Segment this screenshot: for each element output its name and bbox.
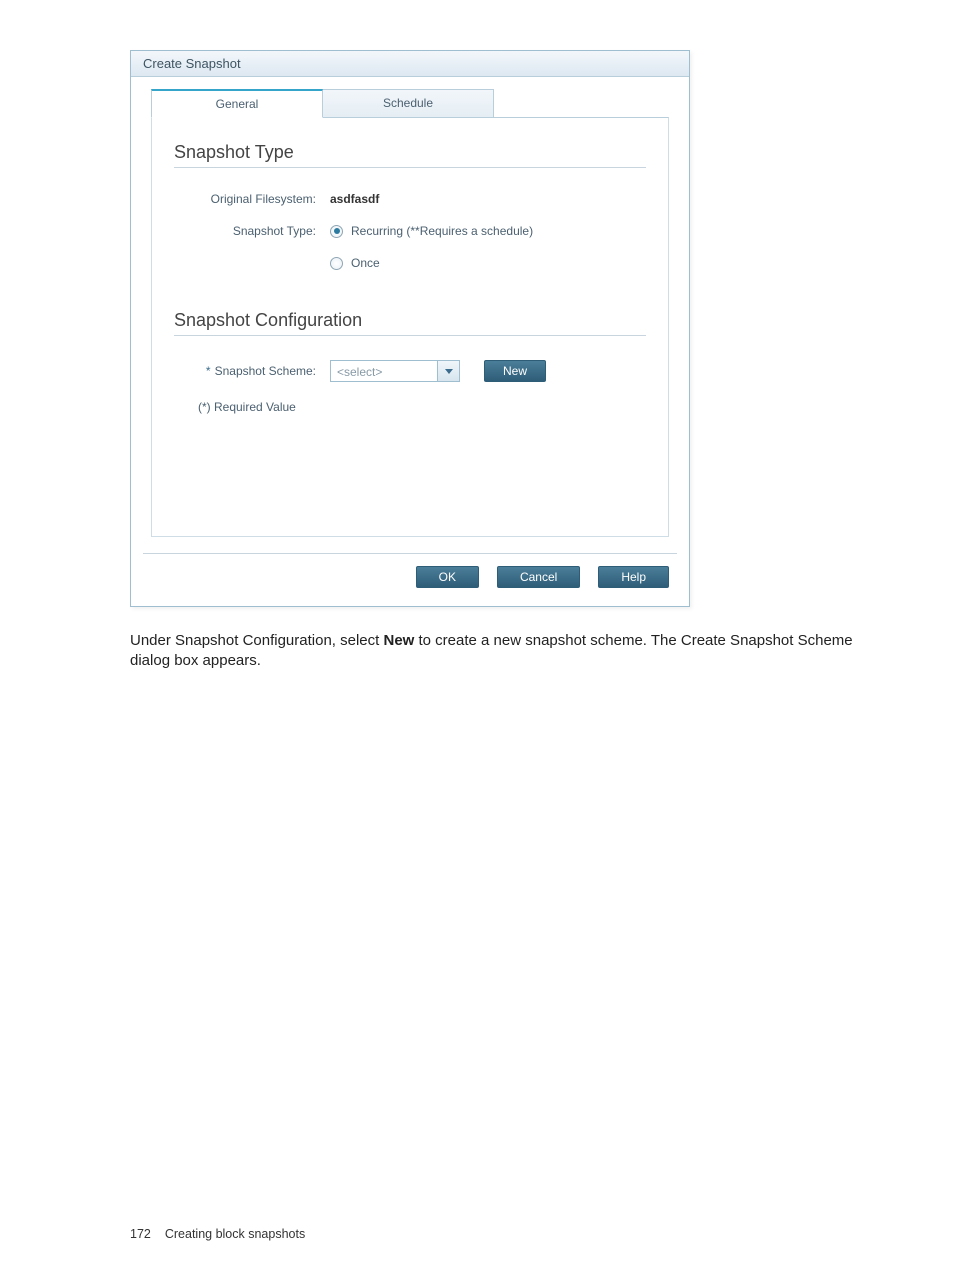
help-button[interactable]: Help <box>598 566 669 588</box>
snapshot-scheme-select-toggle[interactable] <box>438 360 460 382</box>
dialog-title: Create Snapshot <box>131 51 689 77</box>
dialog-footer: OK Cancel Help <box>143 553 677 594</box>
radio-once[interactable] <box>330 257 343 270</box>
divider <box>174 167 646 168</box>
page-footer: 172 Creating block snapshots <box>130 1227 305 1241</box>
snapshot-scheme-select[interactable]: <select> <box>330 360 460 382</box>
divider <box>174 335 646 336</box>
tab-panel-general: Snapshot Type Original Filesystem: asdfa… <box>151 117 669 537</box>
snapshot-config-heading: Snapshot Configuration <box>174 310 646 331</box>
snapshot-type-label: Snapshot Type: <box>174 224 330 238</box>
row-snapshot-type: Snapshot Type: Recurring (**Requires a s… <box>174 224 646 238</box>
snapshot-type-heading: Snapshot Type <box>174 142 646 163</box>
tab-schedule[interactable]: Schedule <box>323 89 494 118</box>
ok-button[interactable]: OK <box>416 566 479 588</box>
required-star: * <box>206 364 211 378</box>
required-value-note: (*) Required Value <box>198 400 646 414</box>
cancel-button[interactable]: Cancel <box>497 566 580 588</box>
original-filesystem-value: asdfasdf <box>330 192 379 206</box>
original-filesystem-label: Original Filesystem: <box>174 192 330 206</box>
radio-recurring[interactable] <box>330 225 343 238</box>
page-number: 172 <box>130 1227 151 1241</box>
tab-general[interactable]: General <box>151 89 323 118</box>
tab-bar: General Schedule <box>131 77 689 118</box>
new-button[interactable]: New <box>484 360 546 382</box>
radio-once-label: Once <box>351 256 380 270</box>
create-snapshot-dialog: Create Snapshot General Schedule Snapsho… <box>130 50 690 607</box>
row-snapshot-scheme: *Snapshot Scheme: <select> New <box>174 360 646 382</box>
radio-recurring-label: Recurring (**Requires a schedule) <box>351 224 533 238</box>
body-paragraph: Under Snapshot Configuration, select New… <box>130 631 890 672</box>
bold-new: New <box>383 632 414 649</box>
snapshot-scheme-label: *Snapshot Scheme: <box>174 364 330 378</box>
page-footer-title: Creating block snapshots <box>165 1227 305 1241</box>
row-snapshot-type-once: Once <box>174 256 646 270</box>
chevron-down-icon <box>445 369 453 374</box>
snapshot-scheme-select-value: <select> <box>330 360 438 382</box>
row-original-filesystem: Original Filesystem: asdfasdf <box>174 192 646 206</box>
